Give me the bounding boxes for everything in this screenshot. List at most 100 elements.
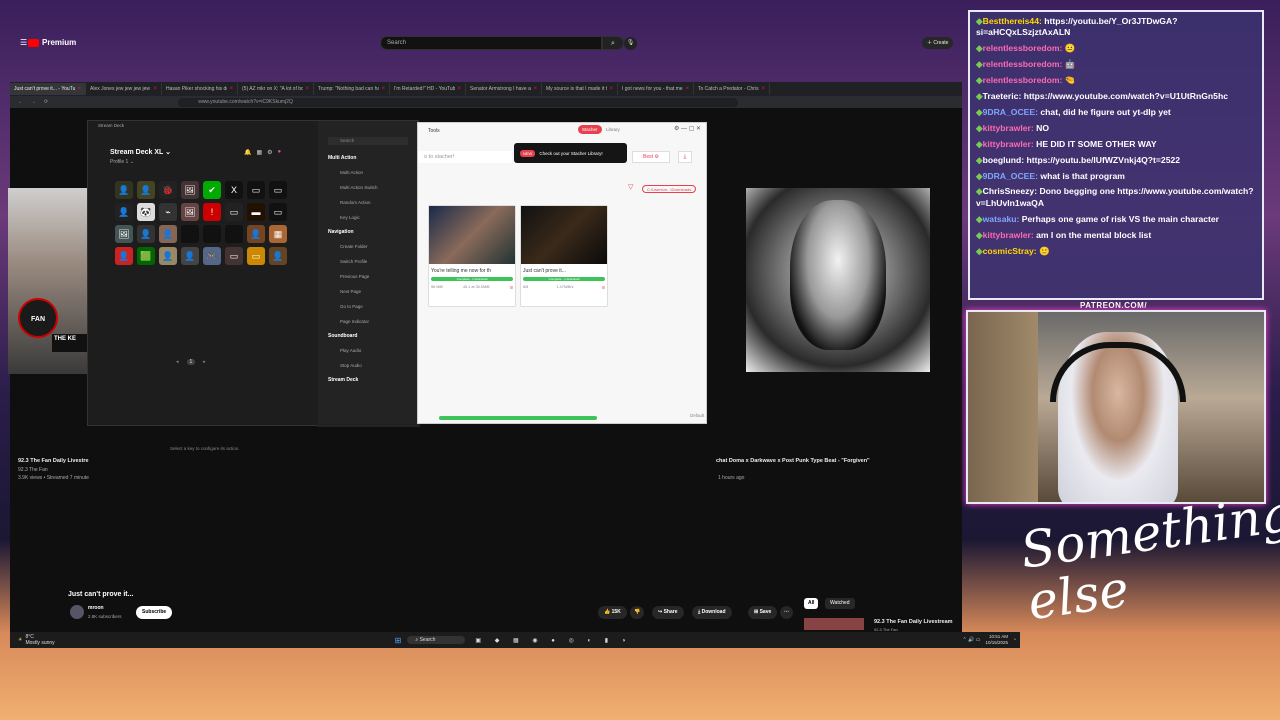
action-item[interactable]: Switch Profile (318, 254, 420, 269)
chat-username[interactable]: Traeteric: (983, 91, 1022, 101)
action-item[interactable]: Stop Audio (318, 358, 420, 373)
chip-watched[interactable]: Watched (825, 598, 855, 609)
notification-icon[interactable]: ◔ (1013, 637, 1016, 643)
chat-username[interactable]: relentlessboredom: (983, 75, 1063, 85)
action-item[interactable]: Create Folder (318, 239, 420, 254)
url-field[interactable]: www.youtube.com/watch?v=iC9KSkumj2Q (178, 97, 739, 107)
action-category[interactable]: Multi Action (318, 151, 420, 165)
tab-stacher[interactable]: Stacher (578, 125, 602, 134)
gear-icon[interactable]: ⚙ (267, 149, 272, 156)
deck-key[interactable]: 👤 (159, 247, 177, 265)
like-button[interactable]: 👍 15K (598, 606, 627, 619)
deck-key[interactable]: ▦ (269, 225, 287, 243)
search-button[interactable]: ⌕ (602, 36, 624, 50)
deck-key[interactable]: ! (203, 203, 221, 221)
prev-page-icon[interactable]: ◂ (176, 359, 179, 365)
store-icon[interactable]: ▦ (256, 149, 262, 156)
mic-icon[interactable]: 🎙 (624, 37, 637, 50)
browser-tab[interactable]: To Catch a Predator - Chris Ha× (694, 83, 770, 95)
filter-icon[interactable]: ▽ (628, 183, 633, 191)
browser-tab[interactable]: Just can't prove it... - YouTube × (10, 83, 86, 95)
deck-key[interactable]: X (225, 181, 243, 199)
chat-username[interactable]: 9DRA_OCEE: (983, 171, 1038, 181)
dislike-button[interactable]: 👎 (630, 606, 645, 619)
chat-username[interactable]: relentlessboredom: (983, 59, 1063, 69)
chat-username[interactable]: kittybrawler: (983, 123, 1034, 133)
deck-key[interactable]: 👤 (181, 247, 199, 265)
deck-key[interactable]: 🖼 (181, 203, 199, 221)
card-menu-icon[interactable]: ☰ (510, 285, 513, 290)
deck-key[interactable]: 👤 (115, 181, 133, 199)
deck-key[interactable]: 👤 (115, 203, 133, 221)
action-item[interactable]: Multi Action (318, 165, 420, 180)
deck-key[interactable]: 👤 (137, 181, 155, 199)
close-tab-icon[interactable]: × (381, 86, 385, 92)
deck-key[interactable] (225, 225, 243, 243)
tab-library[interactable]: Library (606, 125, 620, 134)
save-button[interactable]: ⊞ Save (748, 606, 778, 619)
next-video-title[interactable]: 92.3 The Fan Daily Livestream (874, 619, 953, 625)
download-path[interactable]: C:\Users\m...\Downloads (642, 185, 697, 193)
deck-key[interactable]: ▭ (247, 247, 265, 265)
action-item[interactable]: Play Audio (318, 343, 420, 358)
deck-key[interactable]: 🖼 (115, 225, 133, 243)
close-tab-icon[interactable]: × (685, 86, 689, 92)
deck-key[interactable]: 🖼 (181, 181, 199, 199)
library-banner[interactable]: NEW Check out your Stacher Library! (514, 143, 627, 163)
weather-icon[interactable]: ☀ (18, 637, 22, 643)
close-tab-icon[interactable]: × (761, 86, 765, 92)
deck-key[interactable]: 🎮 (203, 247, 221, 265)
back-icon[interactable]: ← (18, 99, 23, 105)
close-tab-icon[interactable]: × (229, 86, 233, 92)
close-tab-icon[interactable]: × (533, 86, 537, 92)
create-button[interactable]: ＋ Create (922, 37, 954, 49)
deck-key[interactable]: 👤 (137, 225, 155, 243)
close-tab-icon[interactable]: × (457, 86, 461, 92)
forward-icon[interactable]: → (31, 99, 36, 105)
browser-tab[interactable]: (5) AZ mkr on X: "A lot of boss × (238, 83, 314, 95)
youtube-logo[interactable]: Premium (28, 38, 76, 47)
download-button[interactable]: ⤓ Download (692, 606, 732, 619)
close-tab-icon[interactable]: × (305, 86, 309, 92)
chip-all[interactable]: All (804, 598, 819, 609)
deck-key[interactable]: 🐞 (159, 181, 177, 199)
download-icon[interactable]: ⤓ (678, 151, 692, 163)
channel-avatar[interactable] (70, 605, 84, 619)
browser-tab[interactable]: My source is that I made it the × (542, 83, 618, 95)
weather-widget[interactable]: 8°C Mostly sunny (25, 634, 54, 646)
profile-selector[interactable]: Profile 1 ⌄ (110, 159, 134, 165)
tray-icons[interactable]: ⌃ 🔊 ▭ (963, 637, 981, 643)
action-item[interactable]: Go to Page (318, 299, 420, 314)
more-icon[interactable]: ⋯ (780, 606, 793, 619)
deck-key[interactable] (203, 225, 221, 243)
action-category[interactable]: Navigation (318, 225, 420, 239)
tools-menu[interactable]: Tools (428, 128, 440, 134)
chat-username[interactable]: boeglund: (983, 155, 1025, 165)
browser-tab[interactable]: I'm Retarded!" HD - YouTube × (390, 83, 466, 95)
deck-key[interactable] (181, 225, 199, 243)
left-video-channel[interactable]: 92.3 The Fan (18, 467, 48, 473)
deck-key[interactable]: 👤 (247, 225, 265, 243)
account-icon[interactable]: ● (278, 149, 282, 156)
action-item[interactable]: Previous Page (318, 269, 420, 284)
close-tab-icon[interactable]: × (77, 86, 81, 92)
menu-icon[interactable]: ☰ (20, 38, 27, 47)
browser-tab[interactable]: Alex Jones jew jew jew jew × (86, 83, 162, 95)
deck-key[interactable]: 🐼 (137, 203, 155, 221)
chat-username[interactable]: Bestthereis44: (983, 16, 1042, 26)
actions-search-input[interactable]: Search (328, 137, 408, 145)
chat-username[interactable]: relentlessboredom: (983, 43, 1063, 53)
download-card[interactable]: You're telling me now for th Complete - 1… (428, 205, 516, 307)
action-item[interactable]: Random Action (318, 195, 420, 210)
deck-key[interactable]: ▭ (225, 203, 243, 221)
chat-username[interactable]: kittybrawler: (983, 139, 1034, 149)
reload-icon[interactable]: ⟳ (44, 99, 48, 105)
close-tab-icon[interactable]: × (609, 86, 613, 92)
search-input[interactable]: Search (380, 36, 602, 50)
chat-username[interactable]: kittybrawler: (983, 230, 1034, 240)
next-video-thumbnail[interactable] (804, 618, 864, 630)
chat-username[interactable]: watsaku: (983, 214, 1020, 224)
deck-key[interactable]: ▭ (269, 181, 287, 199)
chat-username[interactable]: 9DRA_OCEE: (983, 107, 1038, 117)
browser-tab[interactable]: Hasan Piker shocking his dog o× (162, 83, 238, 95)
